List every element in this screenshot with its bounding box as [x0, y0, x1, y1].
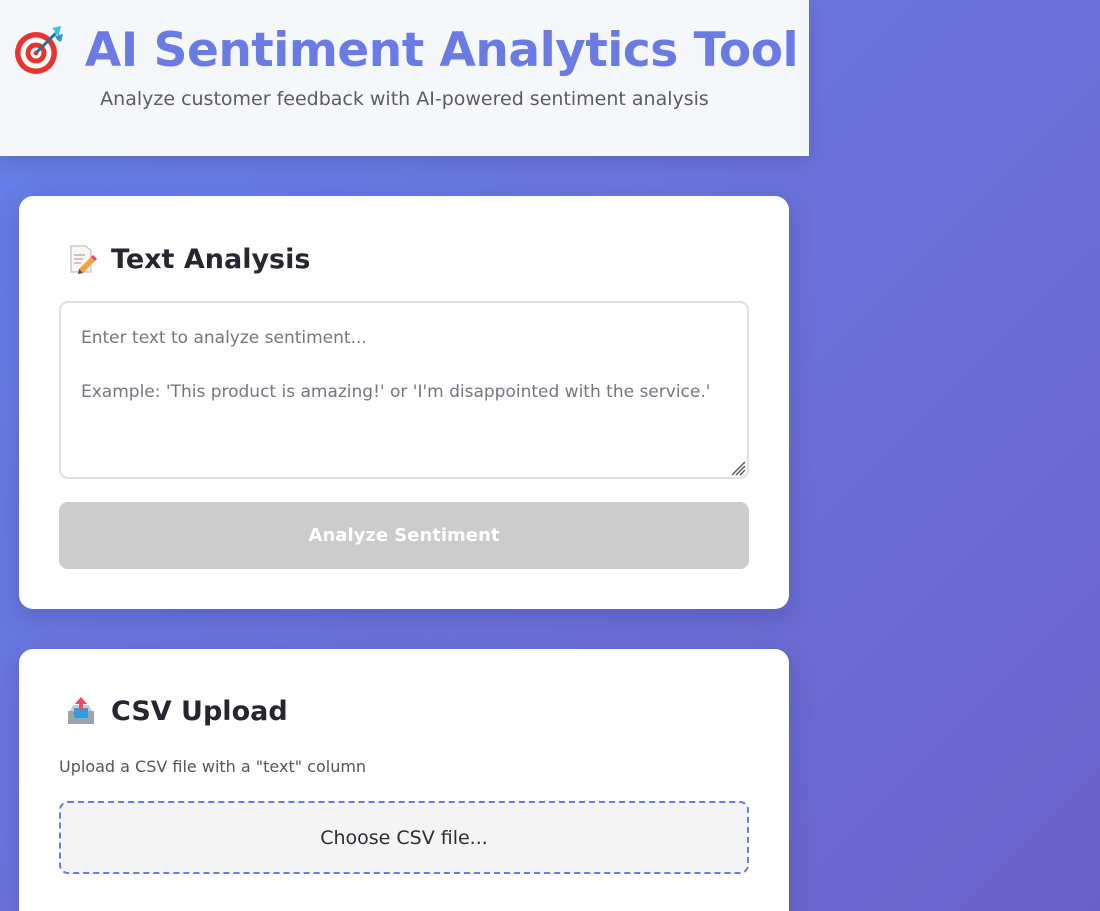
sentiment-text-input[interactable]	[59, 301, 749, 479]
csv-upload-header: CSV Upload	[65, 695, 288, 727]
csv-upload-title: CSV Upload	[111, 695, 288, 727]
target-dart-icon	[11, 22, 67, 78]
choose-csv-file-button[interactable]: Choose CSV file...	[59, 801, 749, 874]
resize-grip-icon[interactable]	[728, 458, 746, 476]
page-title: AI Sentiment Analytics Tool	[84, 22, 799, 78]
app-header: AI Sentiment Analytics Tool Analyze cust…	[0, 0, 809, 156]
page-subtitle: Analyze customer feedback with AI-powere…	[100, 88, 709, 110]
text-analysis-title: Text Analysis	[111, 243, 311, 275]
analyze-sentiment-button[interactable]: Analyze Sentiment	[59, 502, 749, 569]
csv-upload-description: Upload a CSV file with a "text" column	[59, 757, 367, 776]
memo-pencil-icon	[65, 243, 97, 275]
text-analysis-header: Text Analysis	[65, 243, 310, 275]
inbox-upload-icon	[65, 695, 97, 727]
choose-csv-file-label: Choose CSV file...	[320, 826, 488, 849]
csv-upload-card: CSV Upload Upload a CSV file with a "tex…	[19, 649, 789, 911]
text-analysis-card: Text Analysis Analyze Sentiment	[19, 196, 789, 609]
title-row: AI Sentiment Analytics Tool	[0, 18, 809, 82]
